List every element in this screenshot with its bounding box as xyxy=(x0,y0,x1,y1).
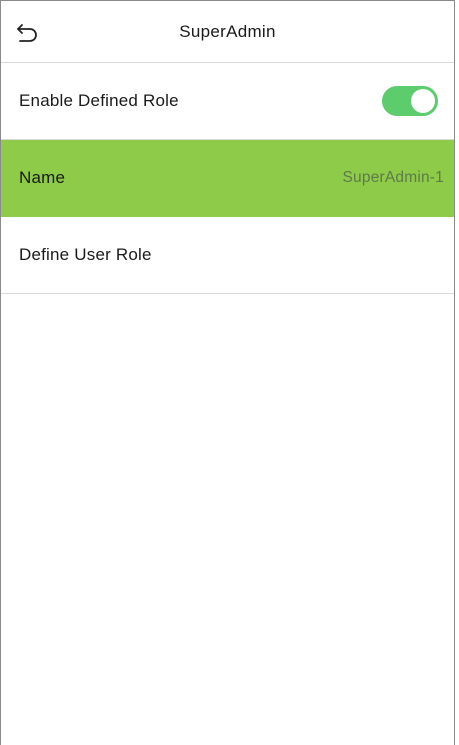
enable-defined-role-toggle[interactable] xyxy=(382,86,438,116)
name-label: Name xyxy=(19,168,66,187)
define-user-role-label: Define User Role xyxy=(19,245,152,264)
superadmin-screen: SuperAdmin Enable Defined Role Name Supe… xyxy=(0,0,455,745)
define-user-role-row[interactable]: Define User Role xyxy=(1,217,454,294)
enable-defined-role-row[interactable]: Enable Defined Role xyxy=(1,63,454,140)
name-value: SuperAdmin-1 xyxy=(342,169,444,186)
page-title: SuperAdmin xyxy=(179,22,276,41)
toggle-knob xyxy=(411,89,435,113)
enable-defined-role-label: Enable Defined Role xyxy=(19,91,179,110)
header-bar: SuperAdmin xyxy=(1,1,454,63)
name-row[interactable]: Name SuperAdmin-1 xyxy=(1,140,454,217)
